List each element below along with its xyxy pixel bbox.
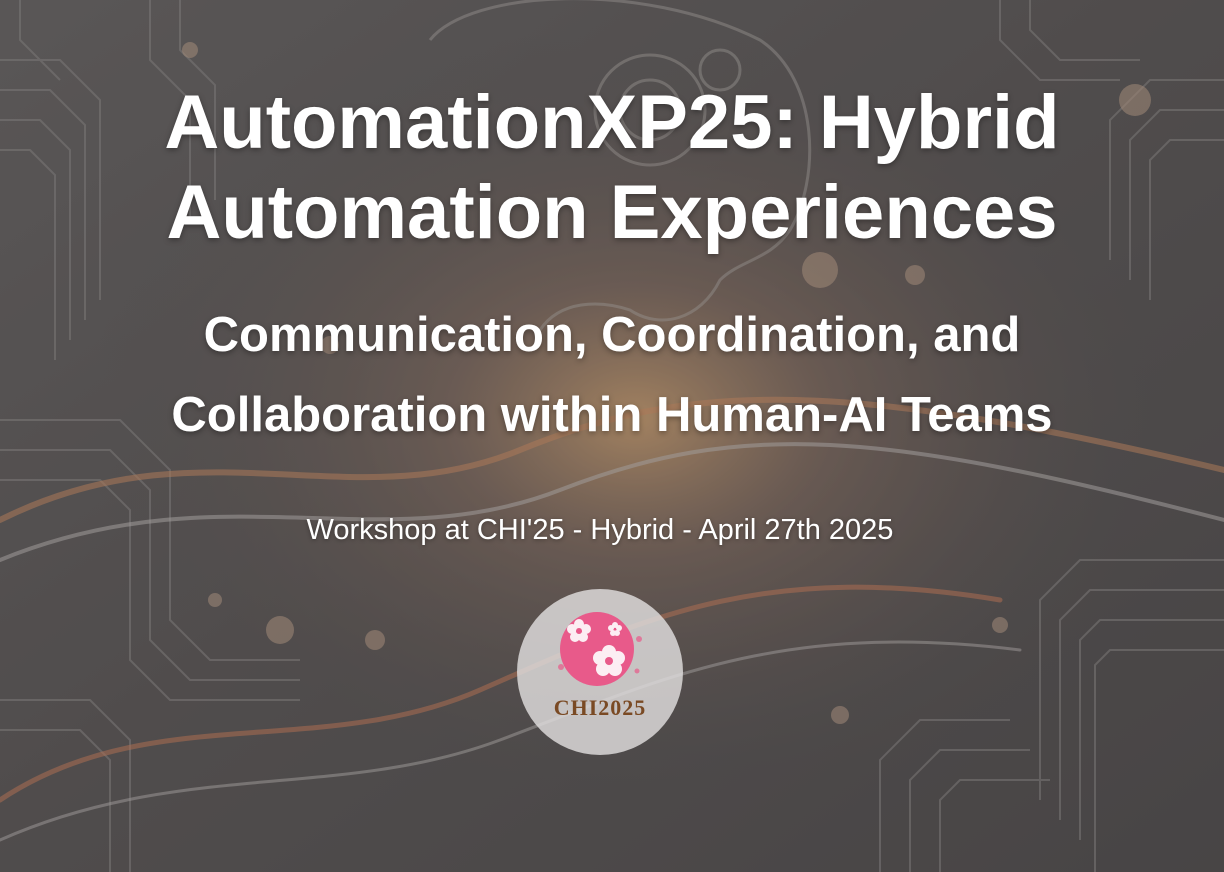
title-line-2: Automation Experiences bbox=[166, 170, 1058, 255]
logo-text: CHI2025 bbox=[553, 695, 647, 720]
title-line-1: AutomationXP25: Hybrid bbox=[164, 80, 1060, 165]
page-title: AutomationXP25: Hybrid Automation Experi… bbox=[0, 78, 1224, 258]
page-subtitle: Communication, Coordination, and Collabo… bbox=[0, 295, 1224, 455]
event-tagline: Workshop at CHI'25 - Hybrid - April 27th… bbox=[306, 514, 894, 546]
subtitle-line-2: Collaboration within Human-AI Teams bbox=[171, 388, 1053, 442]
hero-banner: AutomationXP25: Hybrid Automation Experi… bbox=[0, 0, 1224, 872]
chi2025-logo[interactable]: CHI2025 bbox=[517, 589, 683, 755]
cherry-blossom-icon bbox=[558, 612, 642, 686]
subtitle-line-1: Communication, Coordination, and bbox=[203, 308, 1021, 362]
